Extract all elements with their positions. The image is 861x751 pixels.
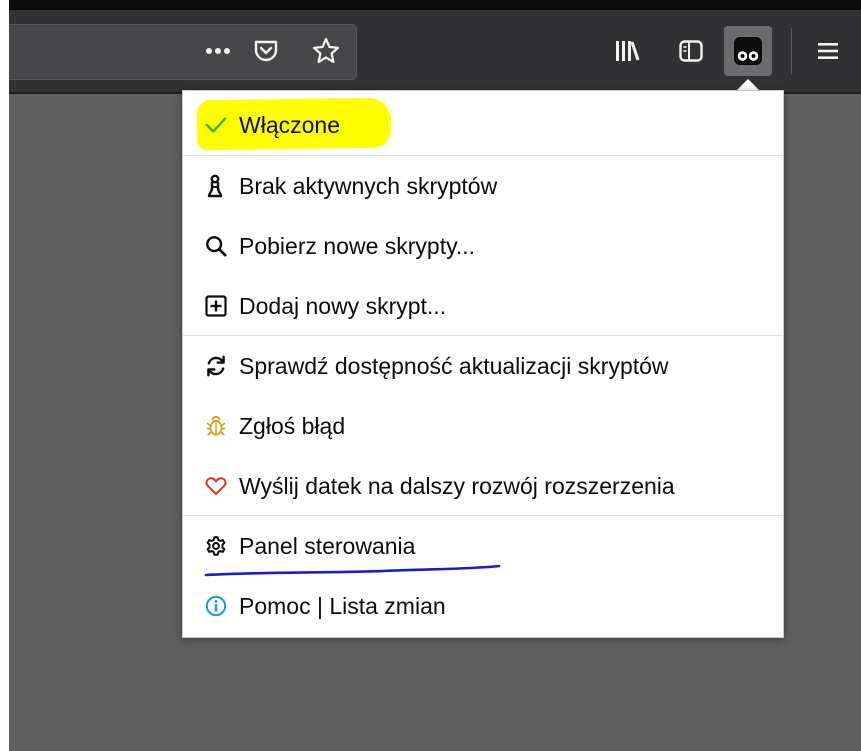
menu-item-help-changelog[interactable]: Pomoc | Lista zmian: [183, 576, 783, 636]
library-icon[interactable]: [603, 26, 651, 76]
script-icon: [205, 174, 227, 198]
heart-icon: [205, 475, 227, 497]
menu-item-label: Sprawdź dostępność aktualizacji skryptów: [239, 352, 669, 379]
check-icon: [205, 114, 227, 136]
menu-item-enabled[interactable]: Włączone: [183, 95, 783, 155]
search-icon: [205, 235, 227, 257]
sidebar-icon[interactable]: [667, 26, 715, 76]
star-icon[interactable]: [302, 26, 350, 76]
menu-item-add-new-script[interactable]: Dodaj nowy skrypt...: [183, 276, 783, 336]
more-icon[interactable]: [194, 26, 242, 76]
browser-toolbar: [9, 10, 861, 94]
gear-icon: [205, 535, 227, 557]
menu-item-label: Brak aktywnych skryptów: [239, 172, 498, 199]
hamburger-icon[interactable]: [804, 26, 852, 76]
menu-item-no-active-scripts[interactable]: Brak aktywnych skryptów: [183, 156, 783, 216]
title-strip: [9, 0, 861, 10]
menu-item-label: Pomoc | Lista zmian: [239, 592, 446, 619]
menu-item-donate[interactable]: Wyślij datek na dalszy rozwój rozszerzen…: [183, 456, 783, 516]
menu-item-report-bug[interactable]: Zgłoś błąd: [183, 396, 783, 456]
plus-box-icon: [205, 295, 227, 317]
menu-item-label: Dodaj nowy skrypt...: [239, 292, 447, 319]
pocket-icon[interactable]: [242, 26, 290, 76]
tampermonkey-icon[interactable]: [724, 26, 772, 76]
menu-item-label: Panel sterowania: [239, 532, 416, 559]
refresh-icon: [205, 355, 227, 377]
extension-menu: Włączone Brak aktywnych skryptów Pobierz…: [182, 90, 784, 638]
info-icon: [205, 595, 227, 617]
menu-item-label: Wyślij datek na dalszy rozwój rozszerzen…: [239, 472, 675, 499]
menu-item-get-new-scripts[interactable]: Pobierz nowe skrypty...: [183, 216, 783, 276]
bug-icon: [205, 415, 227, 437]
toolbar-divider: [791, 28, 792, 74]
menu-item-check-updates[interactable]: Sprawdź dostępność aktualizacji skryptów: [183, 336, 783, 396]
menu-item-label: Pobierz nowe skrypty...: [239, 232, 476, 259]
menu-item-label: Włączone: [239, 111, 340, 138]
menu-item-label: Zgłoś błąd: [239, 412, 346, 439]
